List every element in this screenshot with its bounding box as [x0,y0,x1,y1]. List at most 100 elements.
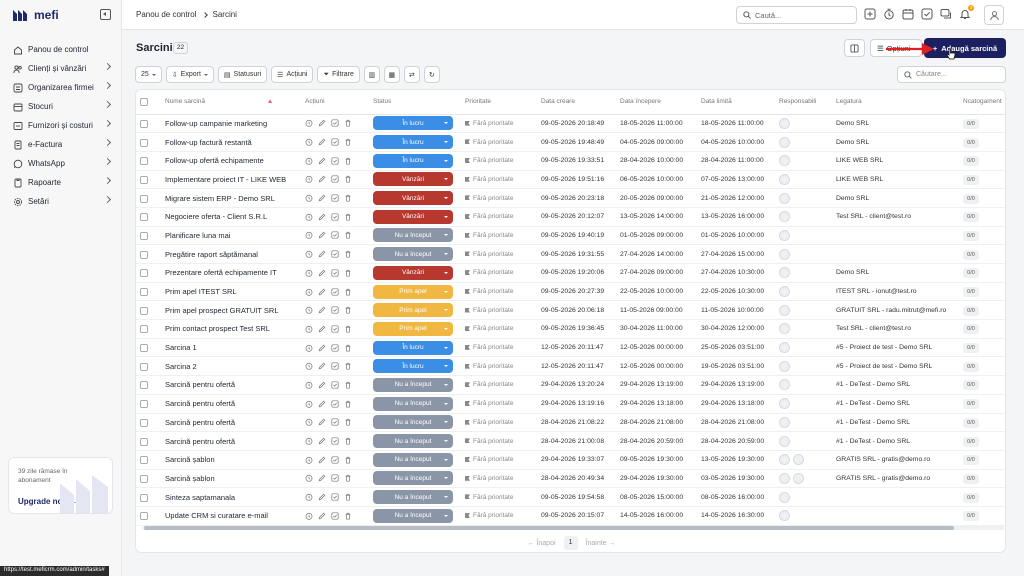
row-checkbox[interactable] [140,418,148,427]
actions-button[interactable]: ☰ Acțiuni [271,66,314,83]
trash-icon[interactable] [344,288,352,296]
notifications-bell[interactable]: 3 [959,5,974,20]
timer-icon[interactable] [305,512,313,520]
table-row[interactable]: Sarcină pentru ofertă Nu a început Fără pr… [136,413,1005,433]
trash-icon[interactable] [344,250,352,258]
filter-button[interactable]: ⏷ Filtrare [317,66,360,83]
task-name-cell[interactable]: Pregătire raport săptămanal [161,244,301,264]
edit-icon[interactable] [318,325,326,333]
table-row[interactable]: Follow-up ofertă echipamente În lucru Fără… [136,151,1005,171]
status-dropdown[interactable]: Prim apel [373,303,453,318]
status-dropdown[interactable]: Prim apel [373,284,453,299]
table-row[interactable]: Follow-up factură restantă În lucru Fără p… [136,132,1005,152]
trash-icon[interactable] [344,194,352,202]
timer-icon[interactable] [305,306,313,314]
task-name-cell[interactable]: Update CRM si curatare e-mail [161,506,301,526]
user-placeholder-icon[interactable] [779,155,790,167]
trash-icon[interactable] [344,306,352,314]
columns-button[interactable]: ▥ [363,66,380,83]
prev-page-button[interactable]: ← Înapoi [528,540,556,547]
col-priority[interactable]: Prioritate [461,90,537,115]
edit-icon[interactable] [318,400,326,408]
sidebar-item-stocuri[interactable]: Stocuri [0,97,122,116]
row-checkbox[interactable] [140,493,148,502]
row-checkbox[interactable] [140,231,148,240]
edit-icon[interactable] [318,138,326,146]
edit-icon[interactable] [318,269,326,277]
timer-icon[interactable] [305,493,313,501]
sidebar-item-clienti-si-vanzari[interactable]: Clienți și vânzări [0,59,122,78]
breadcrumb-dashboard[interactable]: Panou de control [136,10,197,19]
row-checkbox[interactable] [140,157,148,166]
link-cell[interactable]: Demo SRL [832,188,959,208]
link-cell[interactable] [832,244,959,264]
task-name-cell[interactable]: Follow-up ofertă echipamente [161,151,301,171]
status-dropdown[interactable]: Nu a început [373,228,453,243]
user-placeholder-icon[interactable] [779,323,790,335]
link-cell[interactable]: Test SRL - client@test.ro [832,319,959,339]
user-placeholder-icon[interactable] [779,398,790,410]
trash-icon[interactable] [344,231,352,240]
trash-icon[interactable] [344,344,352,352]
table-search-input[interactable]: Căutare... [897,66,1006,83]
export-button[interactable]: ⇩ Export [165,66,214,83]
complete-check-icon[interactable] [331,400,339,408]
user-placeholder-icon[interactable] [793,454,804,466]
user-placeholder-icon[interactable] [779,510,790,522]
user-placeholder-icon[interactable] [779,248,790,260]
row-checkbox[interactable] [140,381,148,390]
edit-icon[interactable] [318,213,326,221]
user-placeholder-icon[interactable] [779,117,790,129]
page-size-select[interactable]: 25 [135,66,162,83]
table-row[interactable]: Implementare proiect IT - LIKE WEB Vânzăr… [136,170,1005,190]
link-cell[interactable]: Demo SRL [832,263,959,283]
row-checkbox[interactable] [140,474,148,483]
timer-icon[interactable] [305,288,313,296]
table-row[interactable]: Planificare luna mai Nu a început Fără pri… [136,226,1005,246]
user-placeholder-icon[interactable] [779,454,790,466]
edit-icon[interactable] [318,194,326,202]
user-placeholder-icon[interactable] [779,491,790,503]
priority-cell[interactable]: Fără prioritate [461,375,537,395]
col-due[interactable]: Data limită [697,90,775,115]
timer-icon[interactable] [305,250,313,258]
timer-icon[interactable] [305,456,313,464]
trash-icon[interactable] [344,362,352,370]
table-row[interactable]: Migrare sistem ERP - Demo SRL Vânzări Fără… [136,188,1005,208]
complete-check-icon[interactable] [331,157,339,165]
timer-icon[interactable] [305,381,313,389]
complete-check-icon[interactable] [331,231,339,240]
priority-cell[interactable]: Fără prioritate [461,207,537,227]
complete-check-icon[interactable] [331,381,339,389]
timer-icon[interactable] [305,157,313,165]
col-ncatogament[interactable]: Ncatogament [959,90,1005,115]
link-cell[interactable]: Demo SRL [832,114,959,134]
user-placeholder-icon[interactable] [779,267,790,279]
table-row[interactable]: Prim apel ITEST SRL Prim apel Fără priorit… [136,282,1005,302]
refresh-button[interactable]: ↻ [423,66,440,83]
user-placeholder-icon[interactable] [779,136,790,148]
priority-cell[interactable]: Fără prioritate [461,356,537,377]
edit-icon[interactable] [318,119,326,127]
table-row[interactable]: Sarcină pentru ofertă Nu a început Fără pr… [136,375,1005,395]
timer-icon[interactable] [305,344,313,352]
link-cell[interactable]: #5 - Proiect de test - Demo SRL [832,356,959,377]
edit-icon[interactable] [318,231,326,239]
priority-cell[interactable]: Fără prioritate [461,394,537,414]
complete-check-icon[interactable] [331,213,339,221]
row-checkbox[interactable] [140,437,148,446]
edit-icon[interactable] [318,381,326,389]
status-dropdown[interactable]: Nu a început [373,415,453,430]
sidebar-item-setari[interactable]: Setări [0,192,122,211]
row-checkbox[interactable] [140,344,148,353]
link-cell[interactable]: #1 - DeTest - Demo SRL [832,375,959,395]
complete-check-icon[interactable] [331,175,339,183]
link-cell[interactable]: GRATUIT SRL - radu.mitrut@mefi.ro [832,300,959,321]
status-dropdown[interactable]: Vânzări [373,209,453,224]
link-cell[interactable]: #1 - DeTest - Demo SRL [832,394,959,414]
edit-icon[interactable] [318,344,326,352]
status-dropdown[interactable]: Nu a început [373,396,453,411]
link-cell[interactable]: GRATIS SRL - gratis@demo.ro [832,469,959,489]
complete-check-icon[interactable] [331,325,339,333]
edit-icon[interactable] [318,306,326,314]
